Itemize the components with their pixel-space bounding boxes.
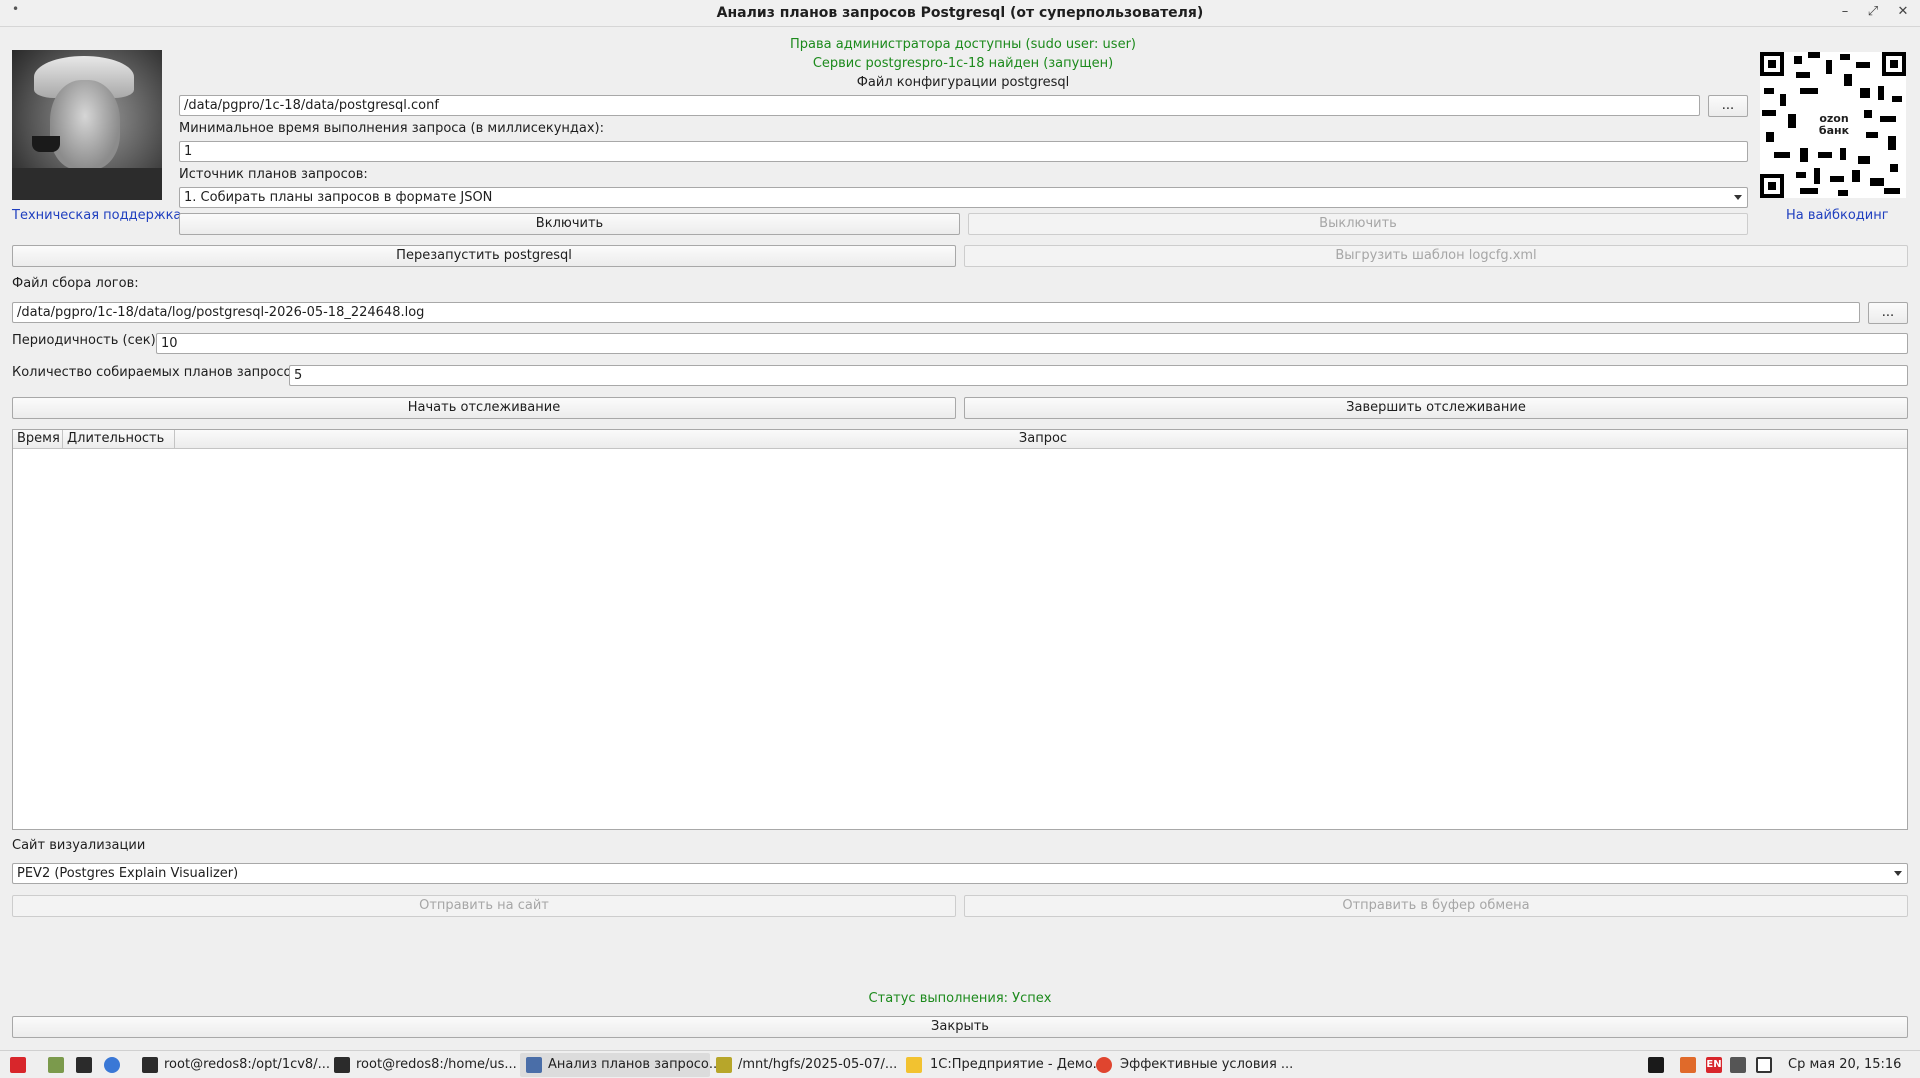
keyboard-layout-indicator[interactable]: EN xyxy=(1706,1057,1722,1073)
visualizer-select[interactable]: PEV2 (Postgres Explain Visualizer) xyxy=(12,863,1908,884)
start-menu-icon[interactable] xyxy=(10,1057,26,1073)
taskbar-item-folder[interactable]: /mnt/hgfs/2025-05-07/... xyxy=(738,1053,897,1077)
visualizer-value: PEV2 (Postgres Explain Visualizer) xyxy=(17,866,239,881)
period-field[interactable]: 10 xyxy=(156,333,1908,354)
window-title: Анализ планов запросов Postgresql (от су… xyxy=(716,5,1204,21)
column-header-query[interactable]: Запрос xyxy=(175,430,1907,449)
donate-qr-code: ozon банк xyxy=(1760,52,1906,198)
file-manager-icon[interactable] xyxy=(48,1057,64,1073)
enable-button[interactable]: Включить xyxy=(179,213,960,235)
send-to-site-button[interactable]: Отправить на сайт xyxy=(12,895,956,917)
1c-enterprise-icon xyxy=(906,1057,922,1073)
tray-package-icon[interactable] xyxy=(1680,1057,1696,1073)
terminal-launcher-icon[interactable] xyxy=(76,1057,92,1073)
taskbar-item-plan-analyzer[interactable]: Анализ планов запросо... xyxy=(520,1053,721,1077)
close-icon[interactable]: ✕ xyxy=(1894,4,1912,19)
min-time-label: Минимальное время выполнения запроса (в … xyxy=(179,121,605,136)
execution-status-text: Статус выполнения: Успех xyxy=(868,991,1052,1006)
volume-icon[interactable] xyxy=(1730,1057,1746,1073)
window-titlebar: • Анализ планов запросов Postgresql (от … xyxy=(0,0,1920,27)
chrome-icon xyxy=(1096,1057,1112,1073)
min-time-field[interactable]: 1 xyxy=(179,141,1748,162)
chevron-down-icon xyxy=(1734,195,1742,200)
taskbar-item-browser[interactable]: Эффективные условия ... xyxy=(1120,1053,1293,1077)
plans-count-field[interactable]: 5 xyxy=(289,365,1908,386)
tray-app-icon[interactable] xyxy=(1648,1057,1664,1073)
log-file-label: Файл сбора логов: xyxy=(12,276,139,291)
browser-launcher-icon[interactable] xyxy=(104,1057,120,1073)
export-template-button[interactable]: Выгрузить шаблон logcfg.xml xyxy=(964,245,1908,267)
taskbar-item-terminal-1[interactable]: root@redos8:/opt/1cv8/... xyxy=(164,1053,330,1077)
support-photo xyxy=(12,50,162,200)
support-link[interactable]: Техническая поддержка xyxy=(12,208,181,223)
minimize-icon[interactable]: – xyxy=(1836,4,1854,19)
period-label: Периодичность (сек): xyxy=(12,333,161,348)
log-file-path-field[interactable]: /data/pgpro/1c-18/data/log/postgresql-20… xyxy=(12,302,1860,323)
stop-tracking-button[interactable]: Завершить отслеживание xyxy=(964,397,1908,419)
config-path-field[interactable]: /data/pgpro/1c-18/data/postgresql.conf xyxy=(179,95,1700,116)
queries-table-header: Время Длительность Запрос xyxy=(13,430,1907,449)
disable-button[interactable]: Выключить xyxy=(968,213,1748,235)
restart-postgresql-button[interactable]: Перезапустить postgresql xyxy=(12,245,956,267)
qr-brand-label: ozon банк xyxy=(1812,110,1856,140)
plans-count-label: Количество собираемых планов запросов: xyxy=(12,365,304,380)
send-to-clipboard-button[interactable]: Отправить в буфер обмена xyxy=(964,895,1908,917)
visualizer-label: Сайт визуализации xyxy=(12,838,146,853)
taskbar-item-terminal-2[interactable]: root@redos8:/home/us... xyxy=(356,1053,517,1077)
queries-table[interactable]: Время Длительность Запрос xyxy=(12,429,1908,830)
maximize-icon[interactable]: ⤢ xyxy=(1864,4,1882,19)
config-browse-button[interactable]: ... xyxy=(1708,95,1748,117)
app-window-icon xyxy=(526,1057,542,1073)
close-button[interactable]: Закрыть xyxy=(12,1016,1908,1038)
column-header-duration[interactable]: Длительность xyxy=(63,430,175,449)
column-header-time[interactable]: Время xyxy=(13,430,63,449)
admin-status-text: Права администратора доступны (sudo user… xyxy=(790,37,1136,52)
plan-source-select[interactable]: 1. Собирать планы запросов в формате JSO… xyxy=(179,187,1748,208)
config-file-label: Файл конфигурации postgresql xyxy=(856,75,1070,90)
taskbar: root@redos8:/opt/1cv8/... root@redos8:/h… xyxy=(0,1050,1920,1078)
plan-source-label: Источник планов запросов: xyxy=(179,167,368,182)
image-viewer-icon xyxy=(716,1057,732,1073)
start-tracking-button[interactable]: Начать отслеживание xyxy=(12,397,956,419)
terminal-icon xyxy=(142,1057,158,1073)
show-desktop-icon[interactable] xyxy=(1756,1057,1772,1073)
service-status-text: Сервис postgrespro-1c-18 найден (запущен… xyxy=(812,56,1114,71)
terminal-icon xyxy=(334,1057,350,1073)
taskbar-item-1c[interactable]: 1С:Предприятие - Демо... xyxy=(930,1053,1105,1077)
log-file-browse-button[interactable]: ... xyxy=(1868,302,1908,324)
donate-link[interactable]: На вайбкодинг xyxy=(1786,208,1889,223)
chevron-down-icon xyxy=(1894,871,1902,876)
clock[interactable]: Ср мая 20, 15:16 xyxy=(1788,1053,1901,1077)
plan-source-value: 1. Собирать планы запросов в формате JSO… xyxy=(184,190,493,205)
